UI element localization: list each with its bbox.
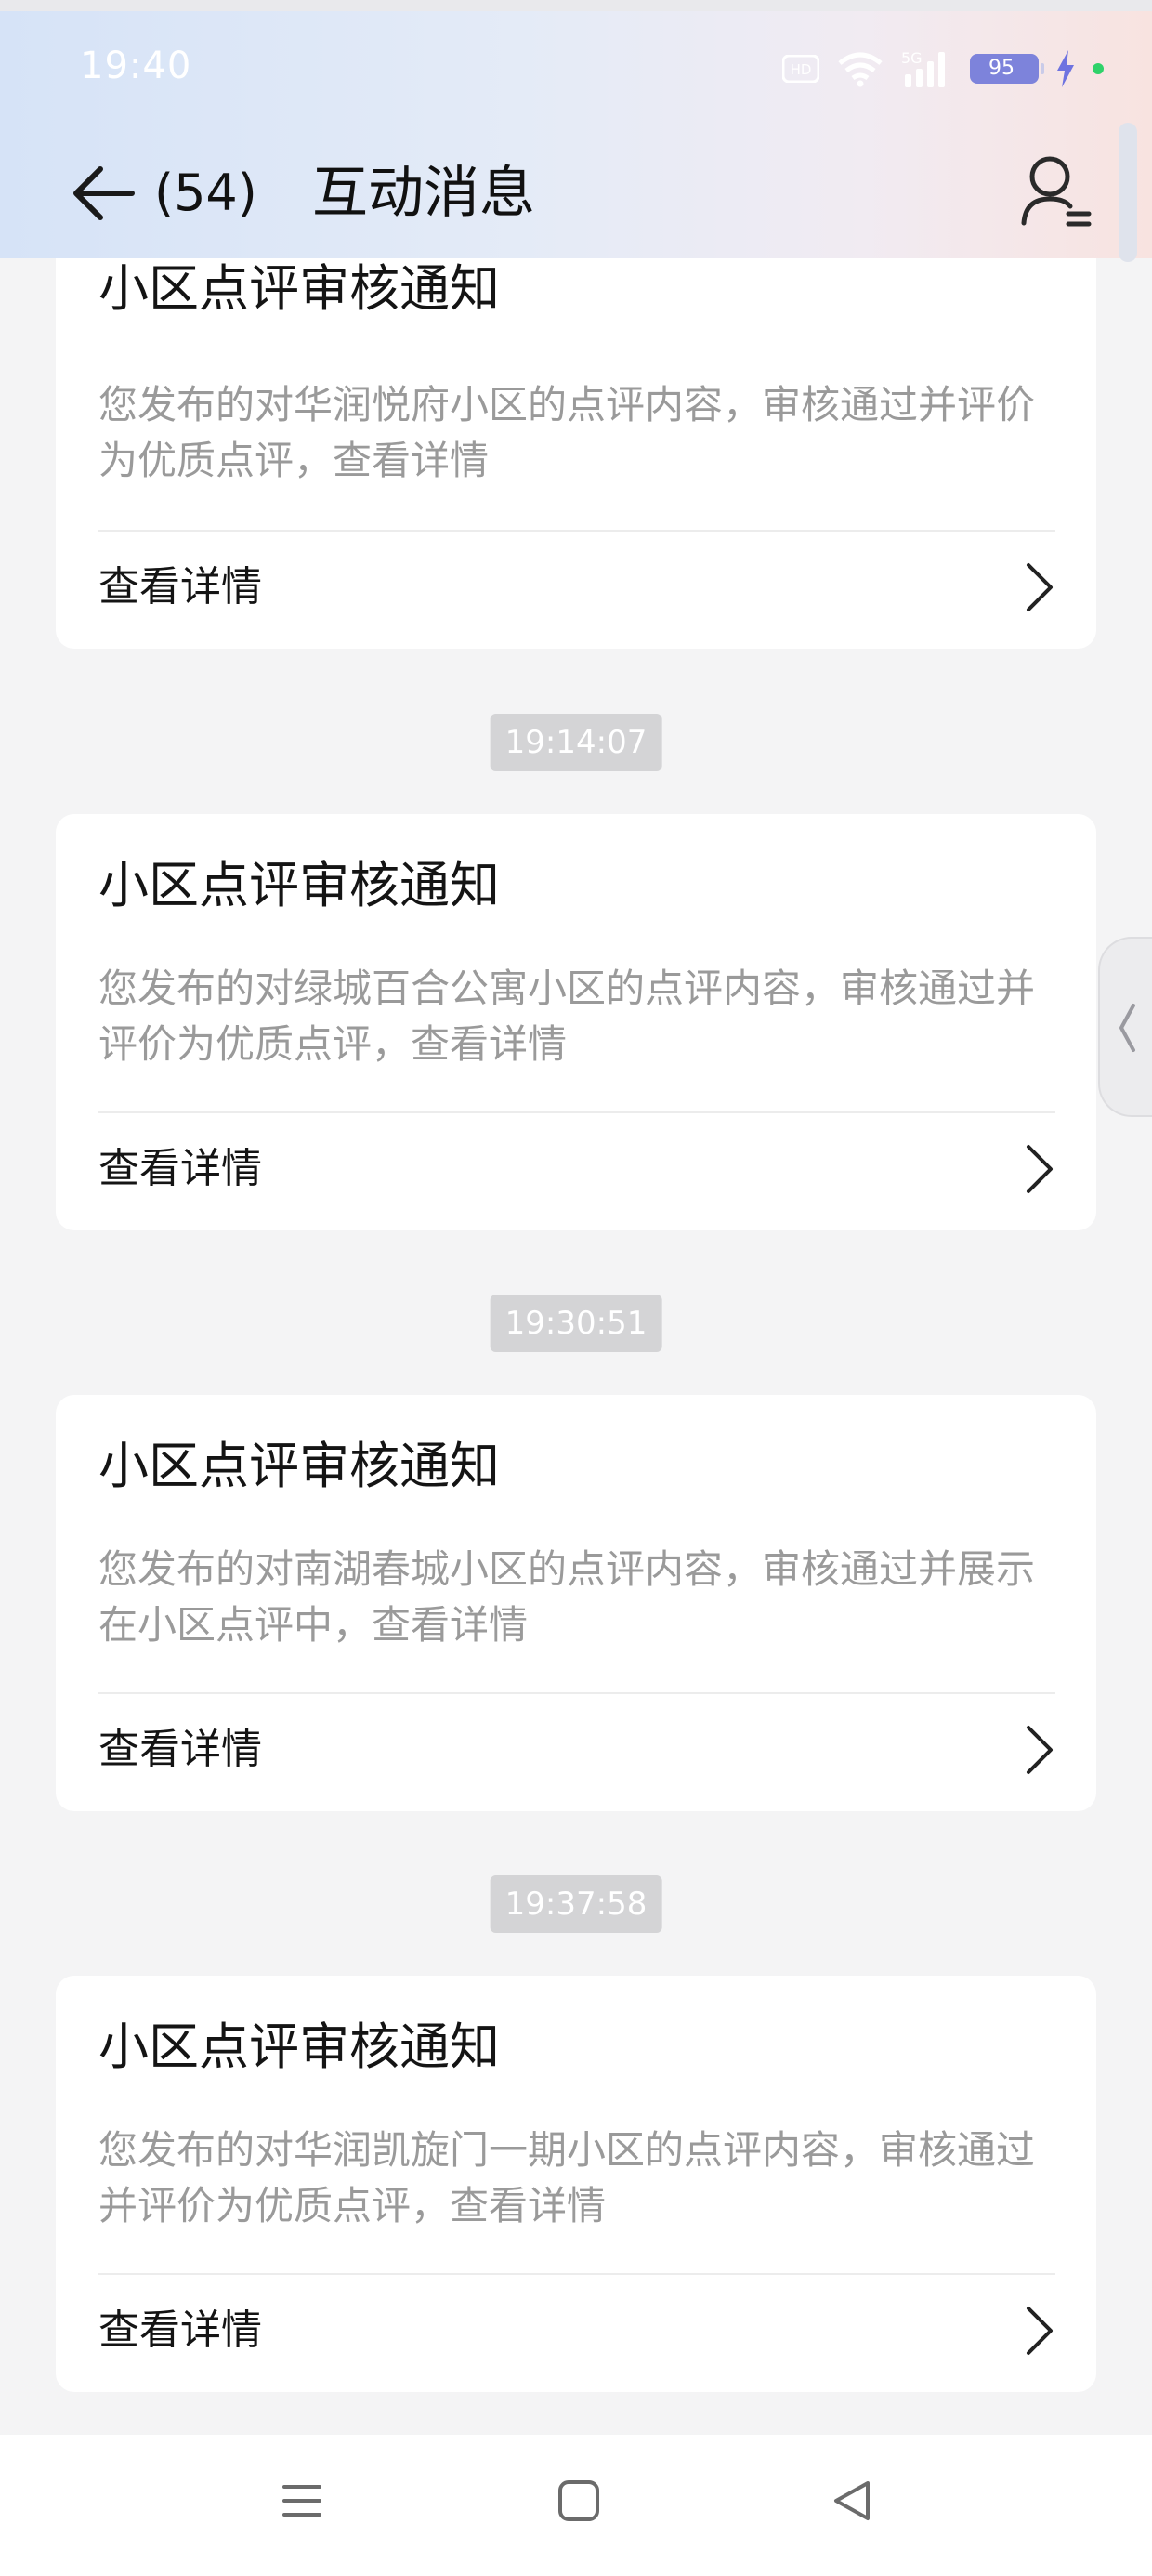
- card-body: 您发布的对华润悦府小区的点评内容，审核通过并评价为优质点评，查看详情: [98, 382, 1036, 483]
- status-time: 19:40: [80, 45, 192, 87]
- status-dot: [1093, 63, 1104, 74]
- chevron-right-icon: [1027, 1726, 1053, 1774]
- card-divider: [98, 2273, 1055, 2275]
- view-details-link[interactable]: 查看详情: [98, 1722, 262, 1778]
- svg-text:5G: 5G: [901, 49, 923, 67]
- side-drawer-handle[interactable]: [1098, 937, 1152, 1117]
- wifi-icon: [838, 52, 883, 87]
- battery-icon: 95: [970, 54, 1044, 84]
- hd-icon: HD: [782, 55, 819, 83]
- charging-icon: [1057, 50, 1074, 87]
- scrollbar[interactable]: [1119, 123, 1137, 262]
- system-nav-bar: [0, 2435, 1152, 2576]
- unread-count: (54): [154, 164, 257, 222]
- card-title: 小区点评审核通知: [98, 1437, 500, 1495]
- card-title: 小区点评审核通知: [98, 259, 500, 318]
- page-title: 互动消息: [312, 161, 535, 226]
- chevron-left-icon: [1119, 1004, 1135, 1052]
- message-card[interactable]: 小区点评审核通知 您发布的对绿城百合公寓小区的点评内容，审核通过并评价为优质点评…: [56, 814, 1096, 1230]
- card-body: 您发布的对绿城百合公寓小区的点评内容，审核通过并评价为优质点评，查看详情: [98, 966, 1036, 1067]
- message-card[interactable]: 小区点评审核通知 您发布的对南湖春城小区的点评内容，审核通过并展示在小区点评中，…: [56, 1395, 1096, 1811]
- view-details-link[interactable]: 查看详情: [98, 2303, 262, 2359]
- card-body: 您发布的对南湖春城小区的点评内容，审核通过并展示在小区点评中，查看详情: [98, 1546, 1036, 1648]
- message-timestamp: 19:30:51: [490, 1295, 662, 1352]
- card-divider: [98, 530, 1055, 532]
- status-icons: HD 5G 95: [782, 46, 1104, 91]
- home-icon[interactable]: [556, 2477, 602, 2524]
- chevron-right-icon: [1027, 2307, 1053, 2355]
- chevron-right-icon: [1027, 563, 1053, 611]
- chevron-right-icon: [1027, 1145, 1053, 1193]
- view-details-link[interactable]: 查看详情: [98, 1141, 262, 1197]
- card-divider: [98, 1111, 1055, 1113]
- menu-icon[interactable]: [279, 2477, 325, 2524]
- card-title: 小区点评审核通知: [98, 856, 500, 914]
- message-card[interactable]: 小区点评审核通知 您发布的对华润悦府小区的点评内容，审核通过并评价为优质点评，查…: [56, 258, 1096, 649]
- svg-text:HD: HD: [791, 61, 812, 78]
- back-arrow-icon[interactable]: [71, 160, 137, 227]
- top-strip: [0, 0, 1152, 11]
- view-details-link[interactable]: 查看详情: [98, 559, 262, 615]
- back-icon[interactable]: [829, 2477, 875, 2524]
- card-body: 您发布的对华润凯旋门一期小区的点评内容，审核通过并评价为优质点评，查看详情: [98, 2127, 1036, 2228]
- card-divider: [98, 1692, 1055, 1694]
- message-timestamp: 19:14:07: [490, 714, 662, 771]
- message-timestamp: 19:37:58: [490, 1875, 662, 1933]
- user-settings-icon[interactable]: [1018, 152, 1093, 230]
- signal-5g-icon: 5G: [901, 49, 945, 87]
- battery-level: 95: [988, 57, 1015, 80]
- card-title: 小区点评审核通知: [98, 2017, 500, 2076]
- message-card[interactable]: 小区点评审核通知 您发布的对华润凯旋门一期小区的点评内容，审核通过并评价为优质点…: [56, 1976, 1096, 2392]
